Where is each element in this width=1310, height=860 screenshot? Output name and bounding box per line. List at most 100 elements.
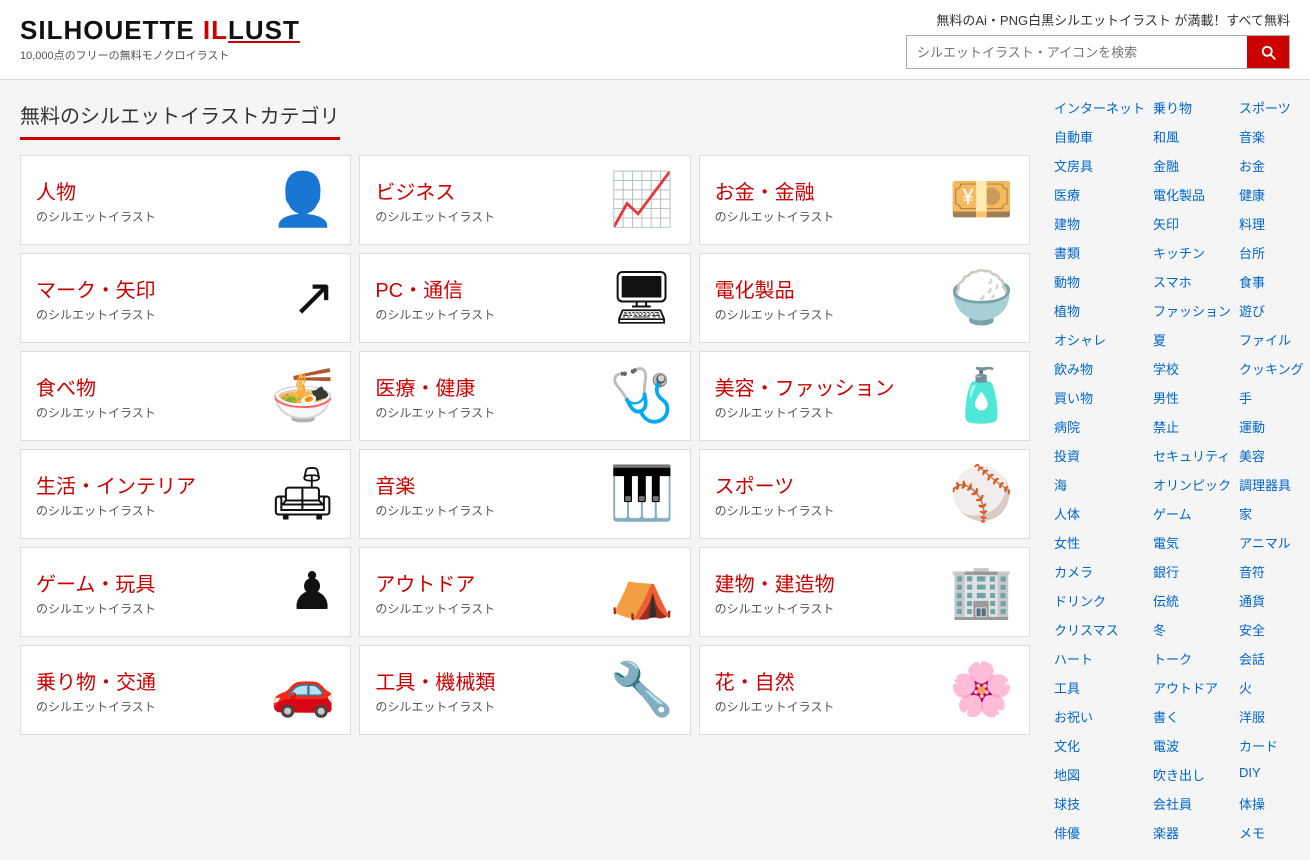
sidebar-link[interactable]: 電気 (1149, 530, 1235, 555)
category-card[interactable]: 食べ物 のシルエットイラスト 🍜 (20, 351, 351, 441)
sidebar-link[interactable]: オシャレ (1050, 327, 1149, 352)
sidebar-link[interactable]: セキュリティ (1149, 443, 1235, 468)
sidebar-link[interactable]: 家 (1235, 501, 1308, 526)
sidebar-link[interactable]: 美容 (1235, 443, 1308, 468)
category-card[interactable]: ゲーム・玩具 のシルエットイラスト ♟ (20, 547, 351, 637)
sidebar-link[interactable]: 体操 (1235, 791, 1308, 816)
sidebar-link[interactable]: オリンピック (1149, 472, 1235, 497)
sidebar-link[interactable]: 人体 (1050, 501, 1149, 526)
sidebar-link[interactable]: 夏 (1149, 327, 1235, 352)
sidebar-link[interactable]: 和風 (1149, 124, 1235, 149)
sidebar-link[interactable]: 文房具 (1050, 153, 1149, 178)
sidebar-link[interactable]: 金融 (1149, 153, 1235, 178)
sidebar-link[interactable]: ファイル (1235, 327, 1308, 352)
sidebar-link[interactable]: スマホ (1149, 269, 1235, 294)
sidebar-link[interactable]: 会話 (1235, 646, 1308, 671)
sidebar-link[interactable]: 矢印 (1149, 211, 1235, 236)
sidebar-link[interactable]: 電化製品 (1149, 182, 1235, 207)
header-right: 無料のAi・PNG白黒シルエットイラスト が満載！すべて無料 (906, 10, 1290, 69)
category-card[interactable]: 花・自然 のシルエットイラスト 🌸 (699, 645, 1030, 735)
sidebar-link[interactable]: カメラ (1050, 559, 1149, 584)
sidebar-link[interactable]: 俳優 (1050, 820, 1149, 845)
category-card[interactable]: 医療・健康 のシルエットイラスト 🩺 (359, 351, 690, 441)
sidebar-link[interactable]: メモ (1235, 820, 1308, 845)
sidebar-link[interactable]: 投資 (1050, 443, 1149, 468)
sidebar-link[interactable]: 冬 (1149, 617, 1235, 642)
sidebar-link[interactable]: 海 (1050, 472, 1149, 497)
sidebar-link[interactable]: 動物 (1050, 269, 1149, 294)
sidebar-link[interactable]: クッキング (1235, 356, 1308, 381)
sidebar-link[interactable]: 禁止 (1149, 414, 1235, 439)
sidebar-link[interactable]: クリスマス (1050, 617, 1149, 642)
sidebar-link[interactable]: 遊び (1235, 298, 1308, 323)
sidebar-link[interactable]: 運動 (1235, 414, 1308, 439)
sidebar-link[interactable]: 食事 (1235, 269, 1308, 294)
sidebar-link[interactable]: ハート (1050, 646, 1149, 671)
sidebar-link[interactable]: 学校 (1149, 356, 1235, 381)
sidebar-link[interactable]: 伝統 (1149, 588, 1235, 613)
category-card[interactable]: PC・通信 のシルエットイラスト 🖥 (359, 253, 690, 343)
sidebar-link[interactable]: 音符 (1235, 559, 1308, 584)
sidebar-link[interactable]: 建物 (1050, 211, 1149, 236)
sidebar-link[interactable]: お祝い (1050, 704, 1149, 729)
category-card[interactable]: 美容・ファッション のシルエットイラスト 🧴 (699, 351, 1030, 441)
category-card[interactable]: 生活・インテリア のシルエットイラスト 🛋 (20, 449, 351, 539)
sidebar-link[interactable]: DIY (1235, 762, 1308, 787)
sidebar-link[interactable]: 火 (1235, 675, 1308, 700)
sidebar-link[interactable]: アウトドア (1149, 675, 1235, 700)
category-card[interactable]: 乗り物・交通 のシルエットイラスト 🚗 (20, 645, 351, 735)
sidebar-link[interactable]: 工具 (1050, 675, 1149, 700)
sidebar-link[interactable]: 音楽 (1235, 124, 1308, 149)
sidebar-link[interactable]: 買い物 (1050, 385, 1149, 410)
sidebar-link[interactable]: 健康 (1235, 182, 1308, 207)
category-card[interactable]: アウトドア のシルエットイラスト ⛺ (359, 547, 690, 637)
sidebar-link[interactable]: スポーツ (1235, 95, 1308, 120)
sidebar-link[interactable]: キッチン (1149, 240, 1235, 265)
sidebar-link[interactable]: 安全 (1235, 617, 1308, 642)
sidebar-link[interactable]: 吹き出し (1149, 762, 1235, 787)
category-name: スポーツ (715, 470, 835, 499)
sidebar-link[interactable]: トーク (1149, 646, 1235, 671)
sidebar-link[interactable]: 男性 (1149, 385, 1235, 410)
sidebar-link[interactable]: 病院 (1050, 414, 1149, 439)
sidebar-link[interactable]: 書く (1149, 704, 1235, 729)
sidebar-link[interactable]: 女性 (1050, 530, 1149, 555)
sidebar-link[interactable]: 書類 (1050, 240, 1149, 265)
sidebar-link[interactable]: 会社員 (1149, 791, 1235, 816)
sidebar-link[interactable]: 植物 (1050, 298, 1149, 323)
sidebar-link[interactable]: インターネット (1050, 95, 1149, 120)
sidebar-link[interactable]: 銀行 (1149, 559, 1235, 584)
sidebar-link[interactable]: 楽器 (1149, 820, 1235, 845)
sidebar-link[interactable]: 乗り物 (1149, 95, 1235, 120)
category-card[interactable]: ビジネス のシルエットイラスト 📈 (359, 155, 690, 245)
sidebar-link[interactable]: お金 (1235, 153, 1308, 178)
category-sub: のシルエットイラスト (36, 502, 196, 519)
category-card[interactable]: 建物・建造物 のシルエットイラスト 🏢 (699, 547, 1030, 637)
sidebar-link[interactable]: 医療 (1050, 182, 1149, 207)
sidebar-link[interactable]: アニマル (1235, 530, 1308, 555)
sidebar-link[interactable]: 自動車 (1050, 124, 1149, 149)
sidebar-link[interactable]: 飲み物 (1050, 356, 1149, 381)
sidebar-link[interactable]: 料理 (1235, 211, 1308, 236)
sidebar-link[interactable]: 球技 (1050, 791, 1149, 816)
sidebar-links: インターネット乗り物スポーツ自動車和風音楽文房具金融お金医療電化製品健康建物矢印… (1050, 95, 1295, 845)
sidebar-link[interactable]: ゲーム (1149, 501, 1235, 526)
search-button[interactable] (1247, 36, 1289, 68)
sidebar-link[interactable]: ドリンク (1050, 588, 1149, 613)
category-card[interactable]: スポーツ のシルエットイラスト ⚾ (699, 449, 1030, 539)
sidebar-link[interactable]: ファッション (1149, 298, 1235, 323)
sidebar-link[interactable]: 通貨 (1235, 588, 1308, 613)
category-card[interactable]: 人物 のシルエットイラスト 👤 (20, 155, 351, 245)
search-input[interactable] (907, 38, 1247, 67)
category-card[interactable]: 工具・機械類 のシルエットイラスト 🔧 (359, 645, 690, 735)
category-card[interactable]: 電化製品 のシルエットイラスト 🍚 (699, 253, 1030, 343)
sidebar-link[interactable]: 台所 (1235, 240, 1308, 265)
sidebar-link[interactable]: 手 (1235, 385, 1308, 410)
sidebar-link[interactable]: 地図 (1050, 762, 1149, 787)
category-sub: のシルエットイラスト (715, 698, 835, 715)
category-card[interactable]: マーク・矢印 のシルエットイラスト ↗ (20, 253, 351, 343)
sidebar-link[interactable]: 洋服 (1235, 704, 1308, 729)
category-card[interactable]: 音楽 のシルエットイラスト 🎹 (359, 449, 690, 539)
category-card[interactable]: お金・金融 のシルエットイラスト 💴 (699, 155, 1030, 245)
sidebar-link[interactable]: 調理器具 (1235, 472, 1308, 497)
